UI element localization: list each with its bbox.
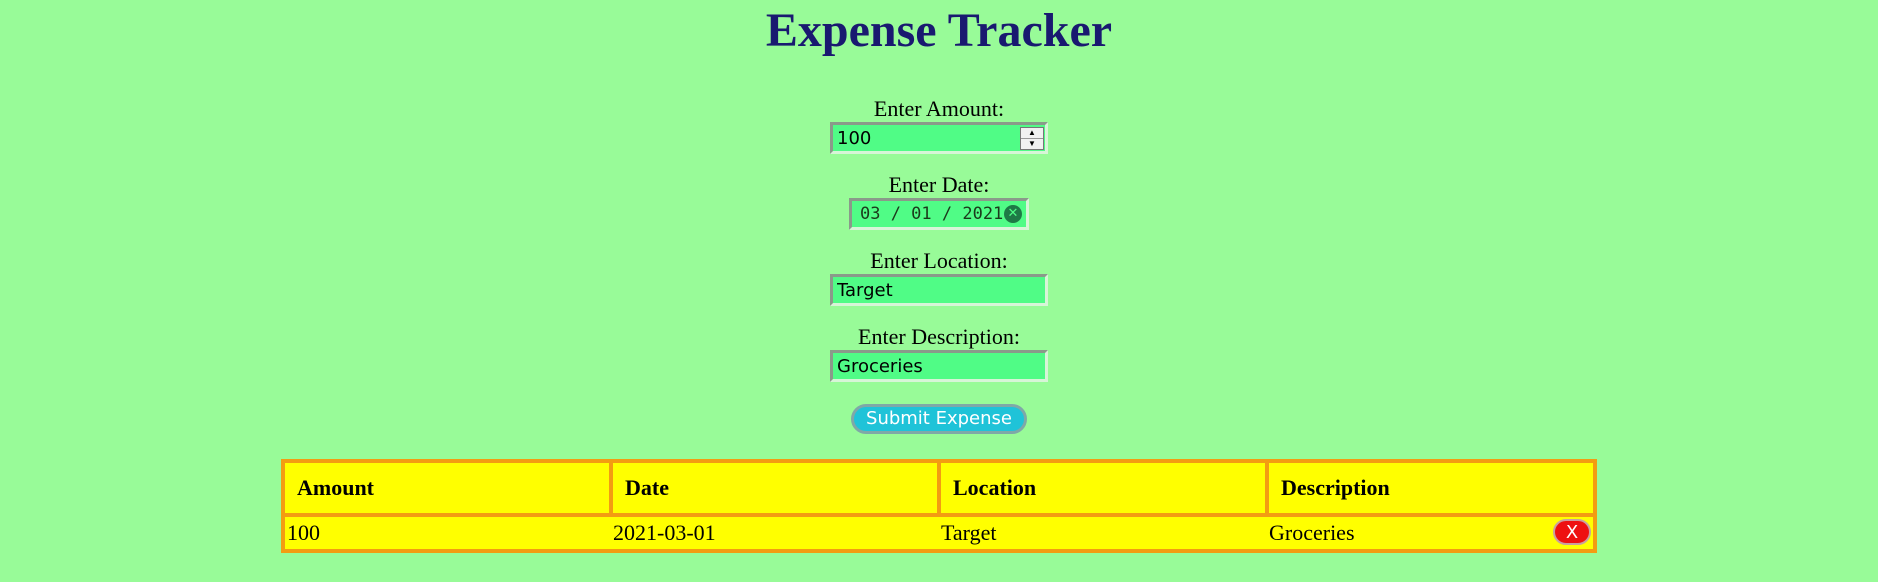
column-header-amount: Amount [281,459,613,517]
table-header-row: Amount Date Location Description [281,459,1597,517]
description-input[interactable] [830,350,1048,382]
cell-description-text: Groceries [1269,520,1355,545]
caret-up-icon[interactable]: ▲ [1021,128,1043,138]
date-field-group: Enter Date: 03 / 01 / 2021 ✕ [0,172,1878,248]
location-field-group: Enter Location: [0,248,1878,324]
location-label: Enter Location: [870,248,1008,273]
amount-field-group: Enter Amount: ▲ ▼ [0,96,1878,172]
expense-table: Amount Date Location Description 100 202… [281,459,1597,553]
amount-label: Enter Amount: [873,96,1005,121]
amount-input[interactable] [830,122,1048,154]
caret-down-icon[interactable]: ▼ [1021,138,1043,149]
column-header-date: Date [609,459,941,517]
column-header-description: Description [1265,459,1597,517]
amount-input-wrap: ▲ ▼ [830,122,1048,154]
location-input[interactable] [830,274,1048,306]
delete-row-button[interactable]: X [1553,519,1591,545]
date-input[interactable]: 03 / 01 / 2021 ✕ [849,198,1029,230]
description-field-group: Enter Description: [0,324,1878,400]
clear-circle-icon[interactable]: ✕ [1004,205,1022,223]
expense-form: Enter Amount: ▲ ▼ Enter Date: 03 / 01 / … [0,96,1878,434]
submit-row: Submit Expense [0,400,1878,434]
cell-date: 2021-03-01 [613,520,716,545]
date-value: 03 / 01 / 2021 [860,204,1004,224]
page-title: Expense Tracker [765,4,1113,57]
column-header-location: Location [937,459,1269,517]
submit-expense-button[interactable]: Submit Expense [851,404,1027,434]
description-label: Enter Description: [858,324,1020,349]
amount-stepper[interactable]: ▲ ▼ [1020,127,1044,150]
cell-description: Groceries X [1267,515,1595,551]
date-label: Enter Date: [888,172,990,197]
cell-location: Target [941,520,997,545]
cell-amount: 100 [287,520,320,545]
table-row: 100 2021-03-01 Target Groceries X [283,515,1595,551]
